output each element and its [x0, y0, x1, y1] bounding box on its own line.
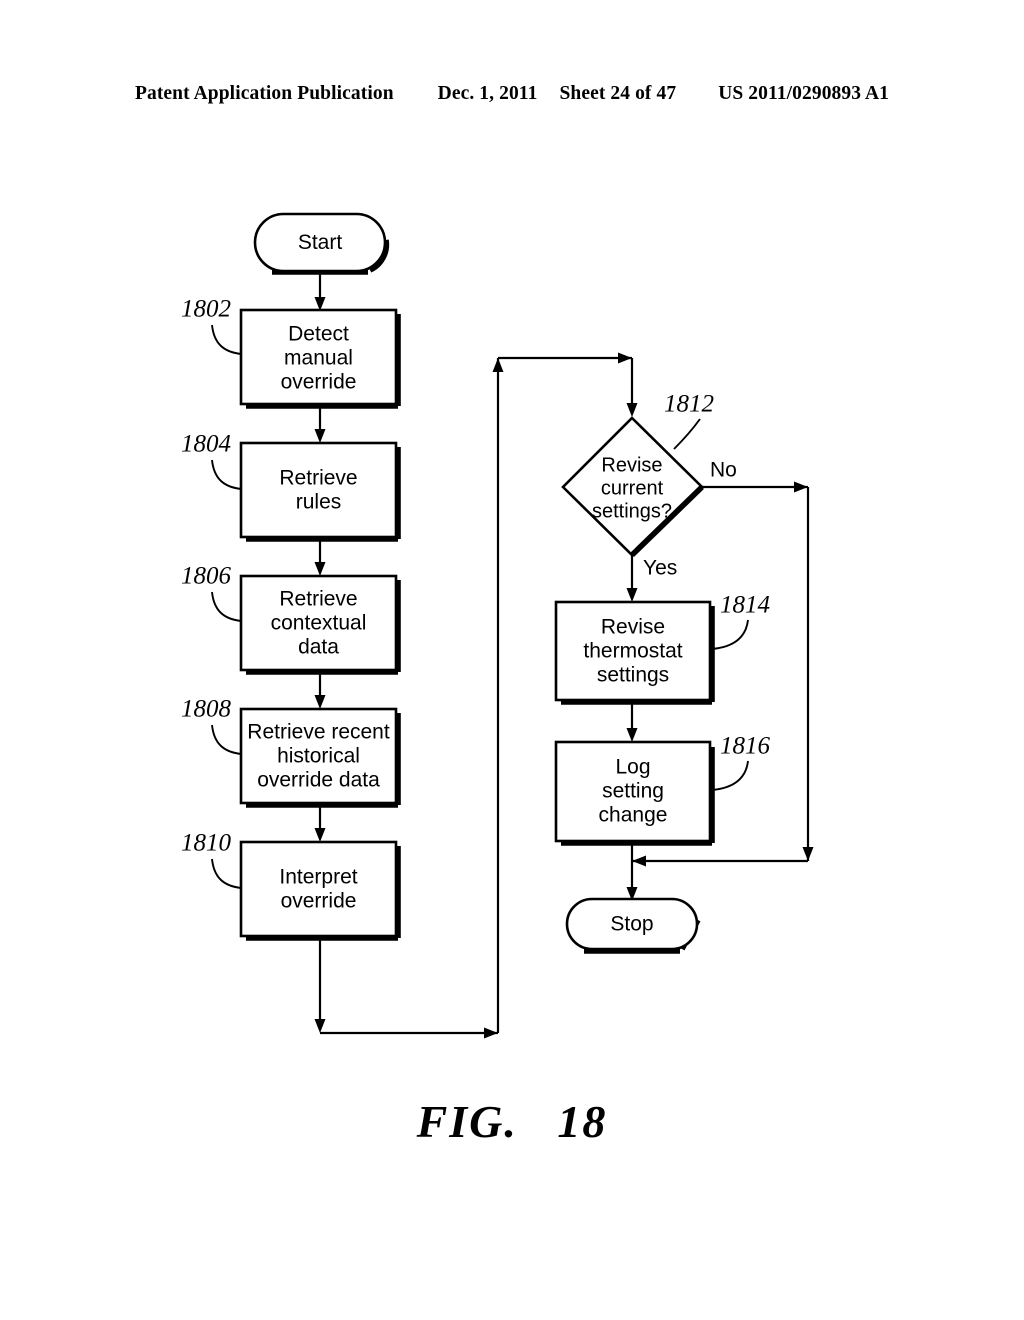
svg-text:1806: 1806: [181, 563, 232, 590]
process-box-1808-line1: Retrieve recent: [247, 721, 390, 744]
terminal-start-label: Start: [298, 231, 343, 254]
connector-1806-to-1808: [314, 670, 326, 709]
svg-text:1810: 1810: [181, 830, 232, 857]
process-box-1810-line2: override: [281, 890, 357, 913]
process-box-1816[interactable]: Log setting change: [554, 740, 715, 846]
decision-diamond-1812-line3: settings?: [592, 500, 672, 522]
process-box-1806-line2: contextual: [271, 612, 367, 635]
connector-1802-to-1804: [314, 404, 326, 443]
svg-text:1802: 1802: [181, 296, 231, 323]
connector-yes-branch: [626, 555, 638, 602]
connector-start-to-1802: [314, 271, 326, 311]
figure-caption: FIG. 18: [0, 1095, 1024, 1148]
decision-diamond-1812[interactable]: Revise current settings?: [561, 416, 704, 558]
reference-numeral-1804: 1804: [181, 431, 242, 490]
svg-text:1804: 1804: [181, 431, 231, 458]
process-box-1814-line2: thermostat: [583, 640, 682, 663]
process-box-1806-line3: data: [298, 636, 339, 659]
reference-numeral-1816: 1816: [711, 733, 771, 791]
process-box-1810[interactable]: Interpret override: [239, 840, 401, 941]
figure-caption-number: 18: [557, 1096, 608, 1147]
process-box-1806-line1: Retrieve: [279, 588, 357, 611]
terminal-stop-label: Stop: [610, 913, 653, 936]
connector-1808-to-1810: [314, 803, 326, 842]
process-box-1804-line1: Retrieve: [279, 467, 357, 490]
svg-text:1816: 1816: [720, 733, 771, 760]
connector-1816-to-stop: [626, 841, 638, 901]
svg-text:1814: 1814: [720, 592, 770, 619]
process-box-1804[interactable]: Retrieve rules: [239, 441, 401, 542]
decision-label-no: No: [710, 459, 737, 482]
decision-diamond-1812-line2: current: [601, 477, 664, 499]
process-box-1816-line1: Log: [615, 756, 650, 779]
process-box-1806[interactable]: Retrieve contextual data: [239, 574, 401, 675]
reference-numeral-1806: 1806: [181, 563, 242, 622]
decision-label-yes: Yes: [643, 557, 677, 580]
reference-numeral-1808: 1808: [181, 696, 242, 755]
process-box-1808-line3: override data: [257, 769, 380, 792]
decision-diamond-1812-line1: Revise: [601, 454, 662, 476]
svg-text:1808: 1808: [181, 696, 232, 723]
terminal-start[interactable]: Start: [253, 212, 390, 275]
process-box-1814-line3: settings: [597, 664, 669, 687]
figure-caption-label: FIG.: [416, 1096, 518, 1147]
process-box-1808[interactable]: Retrieve recent historical override data: [239, 707, 401, 808]
connector-1804-to-1806: [314, 537, 326, 576]
process-box-1810-line1: Interpret: [279, 866, 357, 889]
process-box-1802-line3: override: [281, 371, 357, 394]
svg-text:1812: 1812: [664, 391, 714, 418]
process-box-1808-line2: historical: [277, 745, 360, 768]
process-box-1816-line3: change: [599, 804, 668, 827]
process-box-1802-line1: Detect: [288, 323, 349, 346]
process-box-1814[interactable]: Revise thermostat settings: [554, 600, 715, 705]
process-box-1802[interactable]: Detect manual override: [239, 308, 401, 409]
terminal-stop[interactable]: Stop: [565, 897, 701, 954]
reference-numeral-1812: 1812: [664, 391, 714, 450]
connector-1814-to-1816: [626, 700, 638, 742]
process-box-1814-line1: Revise: [601, 616, 665, 639]
reference-numeral-1810: 1810: [181, 830, 242, 889]
reference-numeral-1802: 1802: [181, 296, 242, 355]
process-box-1816-line2: setting: [602, 780, 664, 803]
process-box-1804-line2: rules: [296, 491, 342, 514]
reference-numeral-1814: 1814: [711, 592, 770, 650]
process-box-1802-line2: manual: [284, 347, 353, 370]
